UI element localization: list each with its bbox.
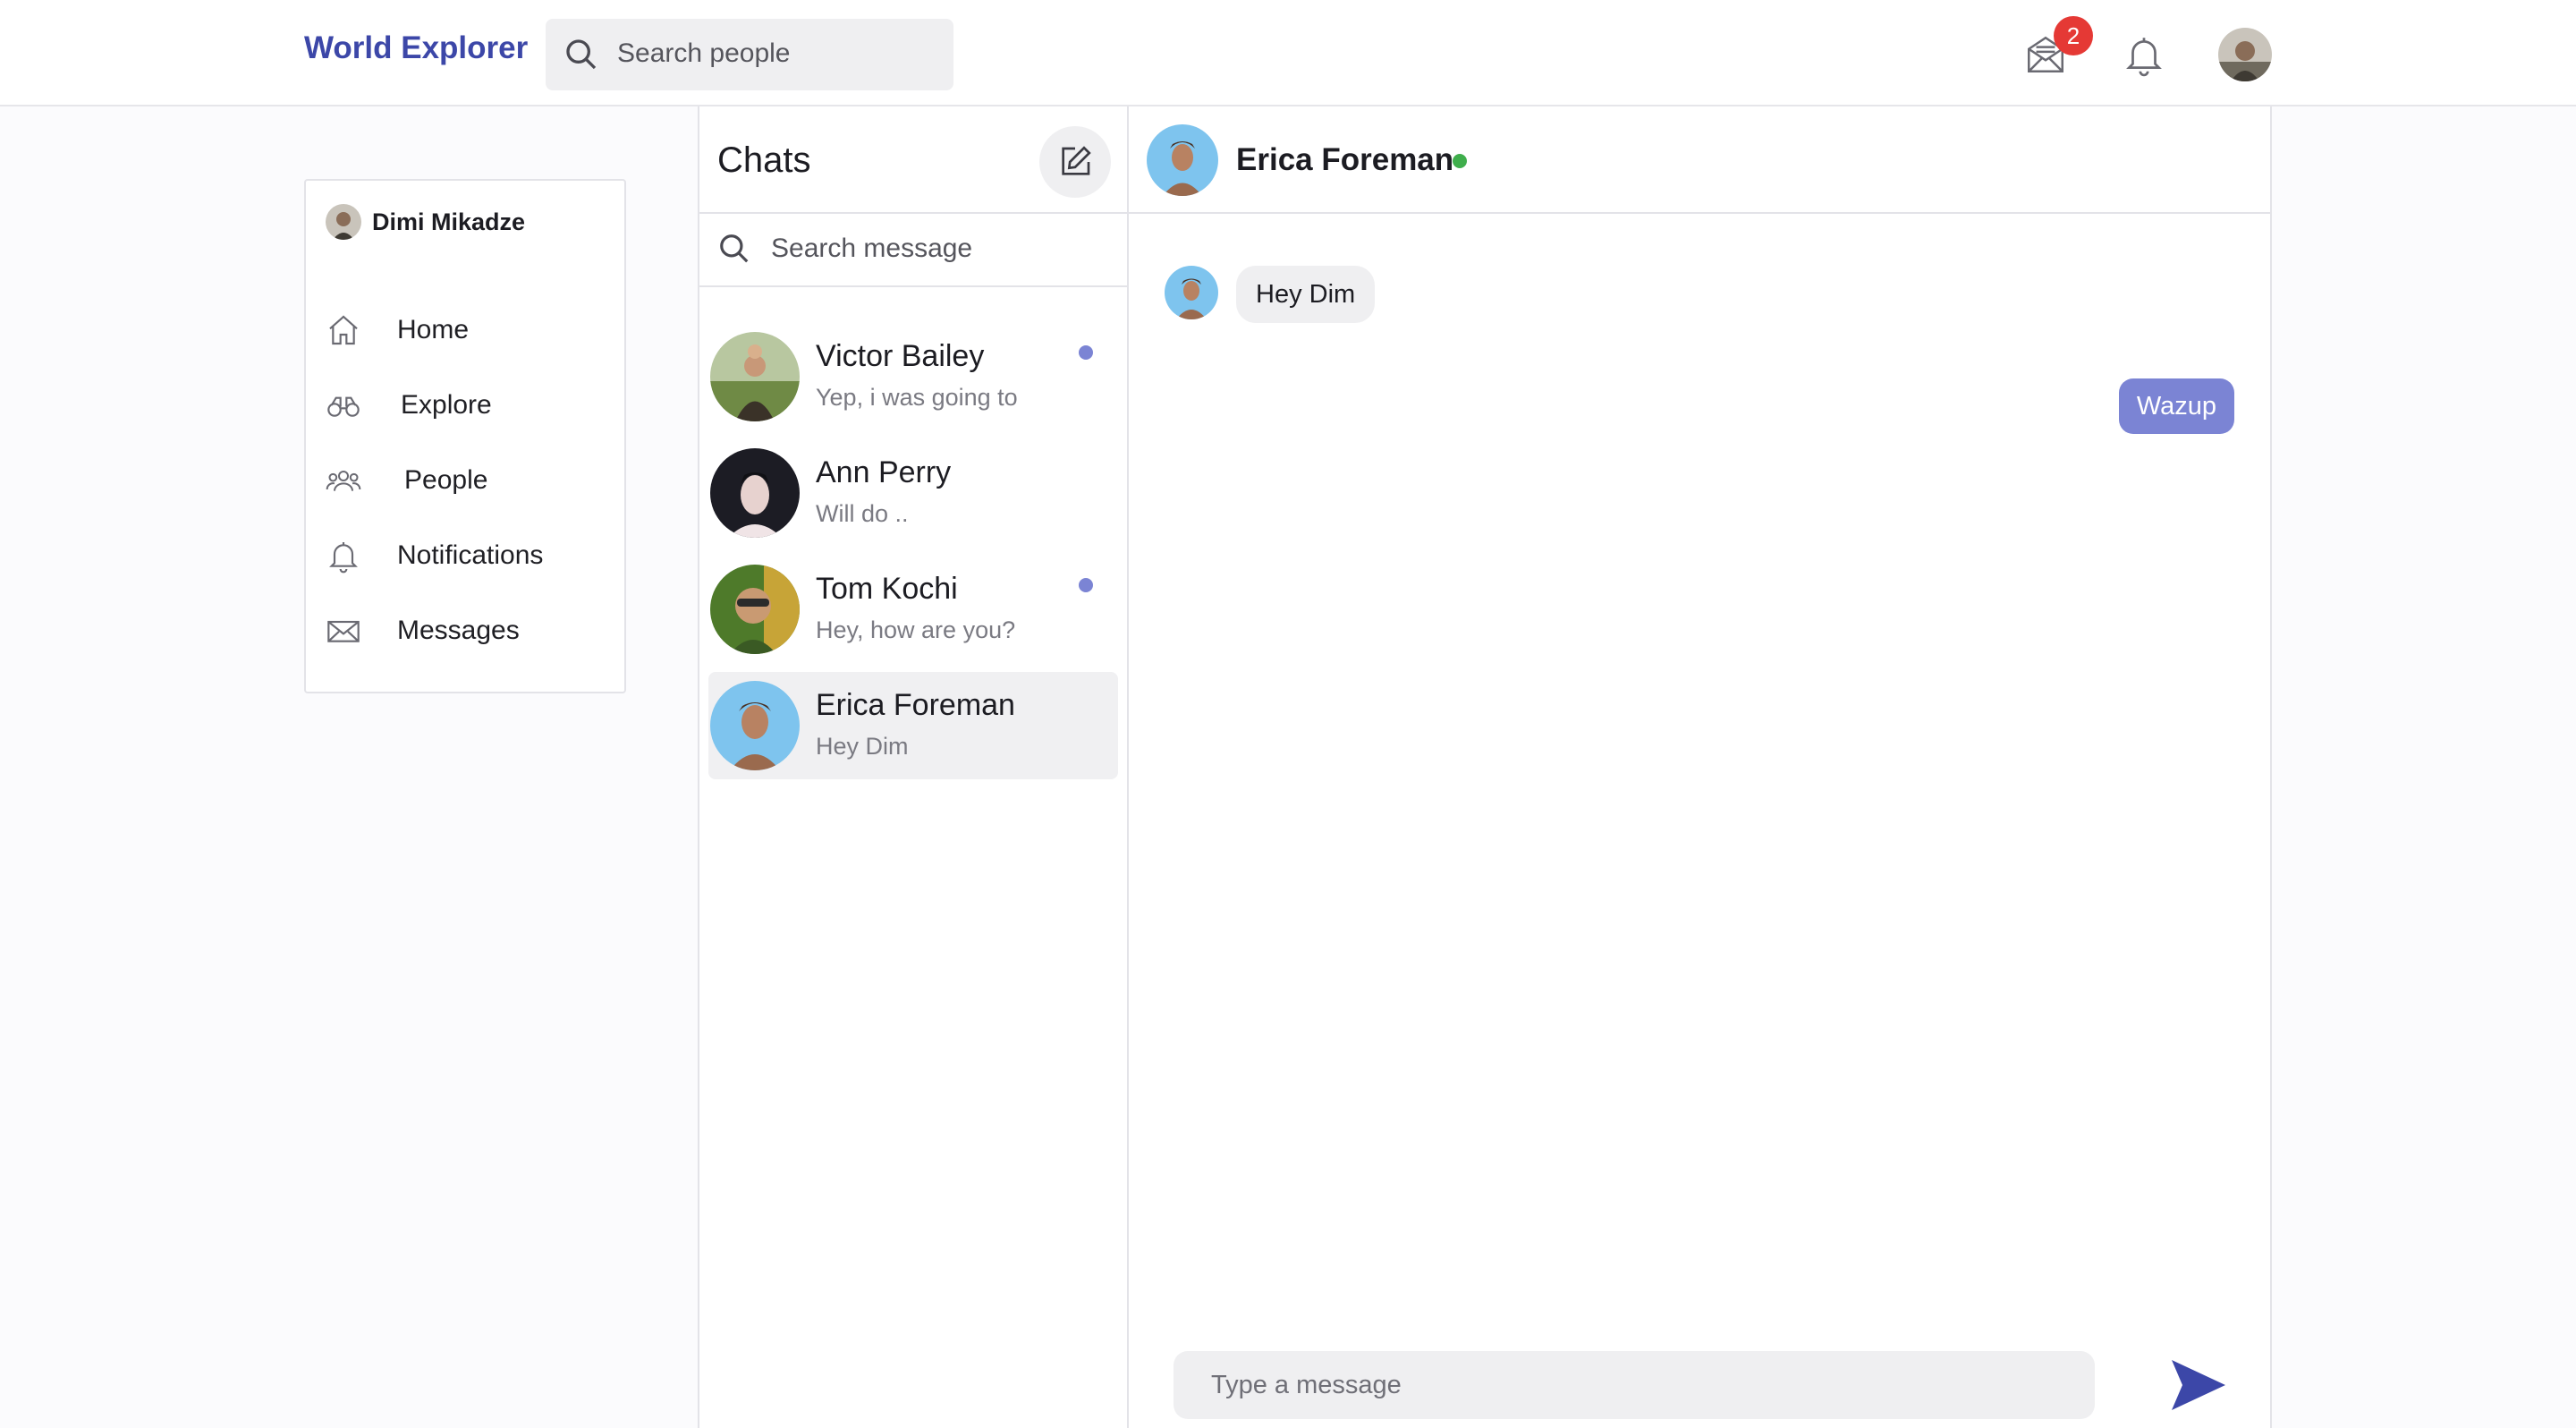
unread-messages-badge: 2 (2054, 16, 2093, 55)
chat-item-victor-bailey[interactable]: Victor Bailey Yep, i was going to (708, 323, 1118, 430)
online-status-dot (1453, 154, 1467, 168)
sidebar: Dimi Mikadze Home Explore People Notific… (304, 179, 626, 693)
message-input[interactable] (1174, 1351, 2095, 1419)
chat-name: Victor Bailey (816, 339, 985, 373)
people-search-placeholder[interactable]: Search people (617, 38, 790, 69)
avatar-photo-icon (710, 565, 800, 654)
chat-name: Tom Kochi (816, 572, 958, 606)
chat-item-ann-perry[interactable]: Ann Perry Will do .. (708, 439, 1118, 547)
search-icon (566, 39, 597, 70)
chats-panel: Chats Search message Victor Bailey Yep, … (698, 106, 1129, 1428)
chats-title: Chats (717, 140, 811, 180)
brand-logo[interactable]: World Explorer (304, 30, 528, 66)
sidebar-item-explore[interactable]: Explore (326, 383, 492, 428)
sidebar-item-label: Messages (397, 616, 520, 645)
people-search[interactable]: Search people (546, 19, 953, 90)
top-bar: World Explorer Search people 2 (0, 0, 2576, 106)
sidebar-user[interactable]: Dimi Mikadze (326, 204, 525, 240)
message-search[interactable]: Search message (699, 214, 1127, 285)
envelope-icon (327, 620, 360, 642)
chat-preview: Yep, i was going to (816, 384, 1018, 411)
sidebar-item-messages[interactable]: Messages (326, 608, 520, 653)
chat-item-erica-foreman[interactable]: Erica Foreman Hey Dim (708, 672, 1118, 779)
sidebar-item-home[interactable]: Home (326, 308, 469, 353)
conversation-panel: Erica Foreman Hey Dim Wazup (1129, 106, 2272, 1428)
sidebar-user-avatar (326, 204, 361, 240)
compose-icon (1062, 146, 1091, 175)
message-search-placeholder[interactable]: Search message (771, 234, 972, 264)
sidebar-item-label: Home (397, 315, 470, 344)
profile-avatar[interactable] (2218, 28, 2272, 81)
people-icon (326, 471, 361, 491)
sidebar-item-label: People (404, 465, 488, 495)
chat-avatar (710, 332, 800, 421)
bell-icon (329, 542, 358, 574)
new-chat-button[interactable] (1039, 126, 1111, 198)
contact-name[interactable]: Erica Foreman (1236, 142, 1453, 178)
send-icon[interactable] (2170, 1358, 2227, 1412)
binoculars-icon (327, 396, 360, 417)
avatar-photo-icon (326, 204, 361, 240)
divider (699, 285, 1127, 287)
search-icon (720, 234, 749, 263)
avatar-photo-icon (710, 681, 800, 770)
chat-item-tom-kochi[interactable]: Tom Kochi Hey, how are you? (708, 556, 1118, 663)
chat-preview: Hey Dim (816, 733, 909, 760)
sidebar-item-label: Notifications (397, 540, 544, 570)
avatar-photo-icon (710, 448, 800, 538)
chat-preview: Will do .. (816, 500, 909, 527)
sidebar-item-notifications[interactable]: Notifications (326, 533, 543, 578)
home-icon (329, 315, 358, 345)
avatar-photo-icon (1165, 266, 1218, 319)
sidebar-item-label: Explore (401, 390, 492, 420)
avatar-photo-icon (1147, 124, 1218, 196)
chat-preview: Hey, how are you? (816, 616, 1016, 643)
chat-avatar (710, 681, 800, 770)
avatar-photo-icon (710, 332, 800, 421)
avatar-photo-icon (2218, 28, 2272, 81)
sidebar-user-name: Dimi Mikadze (372, 208, 526, 235)
chat-avatar (710, 448, 800, 538)
unread-dot (1079, 345, 1093, 360)
chat-name: Ann Perry (816, 455, 952, 489)
message-bubble-incoming: Hey Dim (1236, 266, 1376, 323)
unread-dot (1079, 578, 1093, 592)
sidebar-item-people[interactable]: People (326, 458, 487, 503)
chat-avatar (710, 565, 800, 654)
message-avatar (1165, 266, 1218, 319)
chat-name: Erica Foreman (816, 688, 1015, 722)
notifications-bell-icon[interactable] (2122, 32, 2166, 77)
conversation-header: Erica Foreman (1129, 106, 2270, 214)
contact-avatar[interactable] (1147, 124, 1218, 196)
message-bubble-outgoing: Wazup (2118, 378, 2234, 434)
